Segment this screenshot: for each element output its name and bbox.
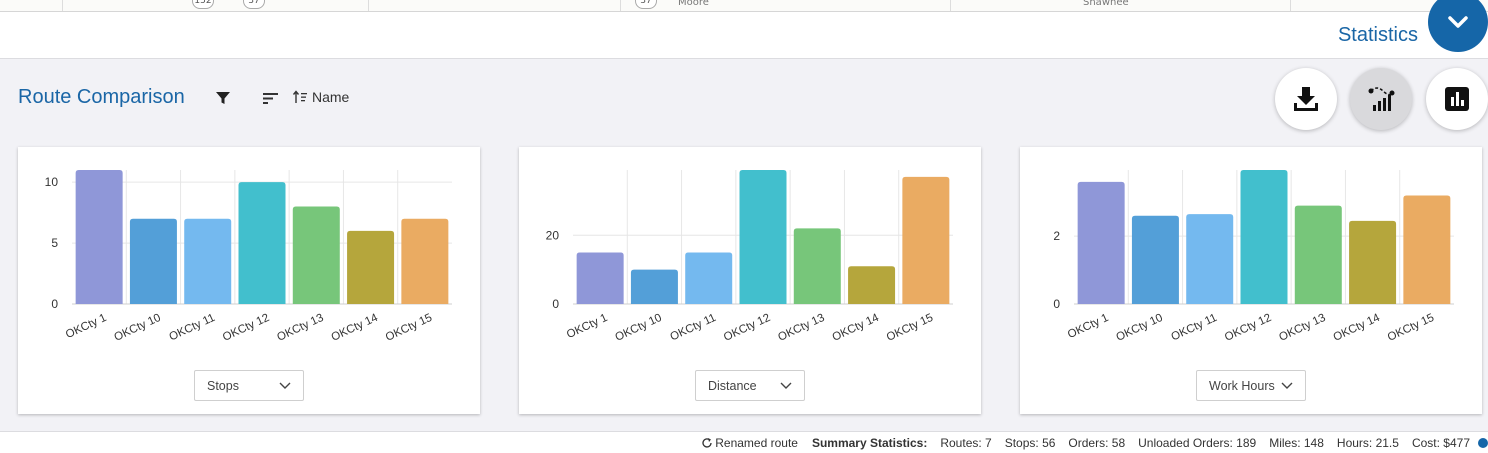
bar: [902, 176, 950, 304]
map-town-label: Shawnee: [1083, 0, 1129, 8]
filter-button[interactable]: [215, 90, 231, 106]
x-tick-label: OKCty 11: [168, 312, 217, 344]
stops-bar-chart: 0510OKCty 1 OKCty 10 OKCty 11 OKCty 12 OKCty…: [45, 170, 452, 344]
metric-select-value: Distance: [708, 378, 757, 393]
work-hours-bar-chart: 02OKCty 1 OKCty 10 OKCty 11 OKCty 12 OKCty 1…: [1053, 170, 1454, 344]
x-tick-label: OKCty 10: [1114, 312, 1164, 344]
metric-select-value: Work Hours: [1209, 378, 1275, 393]
filter-icon: [216, 92, 230, 104]
x-tick-label: OKCty 14: [330, 312, 381, 344]
bar: [1349, 220, 1397, 304]
bar: [1403, 195, 1451, 304]
x-tick-label: OKCty 11: [669, 312, 718, 344]
x-tick-label: OKCty 1: [565, 312, 609, 341]
renamed-route-status: Renamed route: [715, 436, 798, 450]
x-tick-label: OKCty 12: [722, 312, 772, 344]
route-chart-icon: [1368, 87, 1395, 111]
metric-select-value: Stops: [207, 378, 239, 393]
metric-select[interactable]: Work Hours: [1196, 370, 1306, 401]
statistics-title: Statistics: [1337, 24, 1418, 46]
x-tick-label: OKCty 13: [275, 312, 325, 344]
x-tick-label: OKCty 14: [831, 312, 882, 344]
sort-button[interactable]: [262, 90, 280, 106]
distance-chart-card: 0 20 OKCty 1 OKCty 10 OKCty 11 OKCty 12 OKCty …: [519, 147, 981, 414]
bar: [401, 218, 449, 304]
stops-chart-card: 0 5 10 OKCty 1 OKCty 10 OKCty 11 OKCty 12 OKCty…: [18, 147, 480, 414]
y-tick-label: 0: [1053, 297, 1060, 311]
map-view[interactable]: 152 37 37 Moore Shawnee: [0, 0, 1488, 12]
bar: [793, 228, 841, 304]
route-chart-button[interactable]: [1350, 68, 1412, 130]
sort-by-name-button[interactable]: Name: [292, 89, 349, 105]
bar: [1186, 214, 1234, 304]
bar: [1131, 215, 1179, 304]
x-tick-label: OKCty 11: [1170, 312, 1219, 344]
metric-select[interactable]: Distance: [695, 370, 805, 401]
summary-miles: Miles: 148: [1269, 436, 1324, 450]
route-comparison-title: Route Comparison: [18, 86, 185, 108]
sort-field-label: Name: [312, 89, 350, 105]
y-tick-label: 0: [552, 297, 559, 311]
x-tick-label: OKCty 15: [1386, 312, 1436, 344]
bar: [630, 269, 678, 304]
chevron-down-icon: [780, 382, 792, 389]
bar: [739, 170, 787, 304]
x-tick-label: OKCty 12: [221, 312, 271, 344]
summary-unloaded-orders: Unloaded Orders: 189: [1138, 436, 1257, 450]
x-tick-label: OKCty 13: [776, 312, 826, 344]
status-footer: Renamed route Summary Statistics: Routes…: [0, 431, 1488, 453]
bar-chart-icon: [1445, 87, 1469, 111]
chevron-down-icon: [1448, 16, 1468, 28]
y-tick-label: 0: [51, 297, 58, 311]
chevron-down-icon: [1281, 382, 1293, 389]
metric-select[interactable]: Stops: [194, 370, 304, 401]
highway-shield: 37: [243, 0, 265, 9]
x-tick-label: OKCty 13: [1277, 312, 1327, 344]
status-dot: [1478, 438, 1488, 448]
y-tick-label: 2: [1053, 229, 1060, 243]
x-tick-label: OKCty 1: [1066, 312, 1110, 341]
highway-shield: 152: [192, 0, 214, 9]
x-tick-label: OKCty 14: [1332, 312, 1383, 344]
x-tick-label: OKCty 1: [64, 312, 108, 341]
download-button[interactable]: [1275, 68, 1337, 130]
summary-stops: Stops: 56: [1004, 436, 1056, 450]
bar-chart-button[interactable]: [1426, 68, 1488, 130]
chevron-down-icon: [279, 382, 291, 389]
statistics-header: Statistics: [0, 12, 1488, 59]
bar: [292, 206, 340, 304]
y-tick-label: 20: [546, 228, 560, 242]
bar: [129, 218, 177, 304]
download-icon: [1294, 87, 1318, 111]
x-tick-label: OKCty 15: [384, 312, 434, 344]
work-hours-chart-card: 0 2 OKCty 1 OKCty 10 OKCty 11 OKCty 12 OKCty 1…: [1020, 147, 1482, 414]
bar: [1240, 170, 1288, 304]
map-town-label: Moore: [678, 0, 709, 8]
refresh-icon: [702, 438, 712, 448]
summary-routes: Routes: 7: [940, 436, 992, 450]
bar: [1077, 181, 1125, 304]
bar: [347, 230, 395, 304]
summary-label: Summary Statistics:: [811, 436, 928, 450]
bar: [685, 252, 733, 304]
summary-hours: Hours: 21.5: [1336, 436, 1399, 450]
bar: [238, 182, 286, 304]
bar: [75, 170, 123, 304]
bar: [576, 252, 624, 304]
x-tick-label: OKCty 15: [885, 312, 935, 344]
sort-ascending-icon: [292, 90, 307, 103]
x-tick-label: OKCty 12: [1223, 312, 1273, 344]
bar: [184, 218, 232, 304]
summary-cost: Cost: $477: [1411, 436, 1470, 450]
y-tick-label: 10: [45, 175, 59, 189]
y-tick-label: 5: [51, 236, 58, 250]
bar: [848, 266, 896, 304]
bar: [1294, 205, 1342, 304]
x-tick-label: OKCty 10: [112, 312, 162, 344]
highway-shield: 37: [635, 0, 657, 9]
sort-lines-icon: [263, 93, 278, 104]
distance-bar-chart: 020OKCty 1 OKCty 10 OKCty 11 OKCty 12 OKCty …: [546, 170, 953, 344]
summary-orders: Orders: 58: [1068, 436, 1126, 450]
x-tick-label: OKCty 10: [613, 312, 663, 344]
